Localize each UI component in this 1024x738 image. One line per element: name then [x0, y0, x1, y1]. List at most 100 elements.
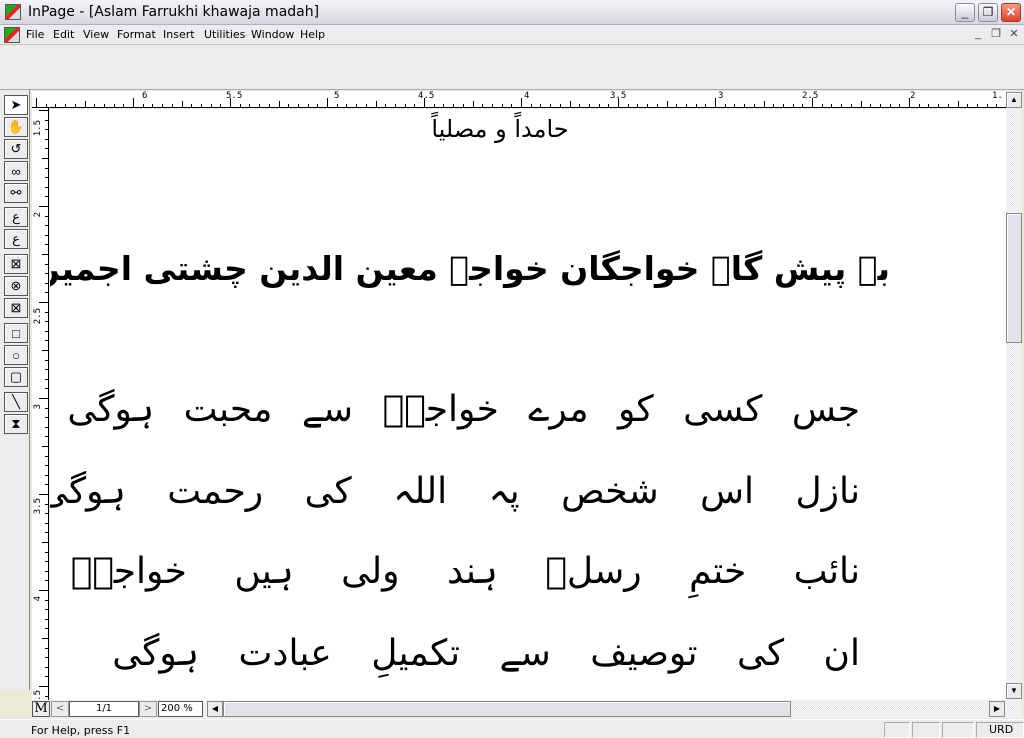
menu-file[interactable]: File — [26, 28, 44, 41]
ruler-tick — [957, 101, 959, 107]
ruler-tick — [45, 282, 48, 284]
ruler-label: 2.5 — [33, 308, 43, 325]
ruler-tick — [336, 104, 338, 107]
oval-picture-tool[interactable]: ⊗ — [4, 276, 28, 296]
next-page-button[interactable]: > — [139, 701, 157, 717]
ruler-tick — [39, 398, 48, 399]
scroll-up-button[interactable]: ▲ — [1006, 92, 1022, 108]
restore-button[interactable]: ❐ — [978, 3, 998, 22]
menu-format[interactable]: Format — [117, 28, 156, 41]
ruler-label: 4 — [524, 91, 530, 101]
scroll-right-button[interactable]: ▶ — [989, 701, 1005, 717]
menu-edit[interactable]: Edit — [53, 28, 74, 41]
ruler-tick — [45, 167, 48, 169]
page-navigation-bar: M < 1/1 > 200 % ◀ ▶ — [32, 700, 1022, 718]
menu-utilities[interactable]: Utilities — [204, 28, 245, 41]
verse-line: ان کی توصیف سے تکمیلِ عبادت ہوگی — [112, 633, 860, 674]
hand-tool[interactable]: ✋ — [4, 117, 28, 137]
picture-box-tool[interactable]: ⊠ — [4, 254, 28, 274]
ruler-tick — [84, 101, 86, 107]
ruler-tick — [42, 638, 48, 639]
oval-tool[interactable]: ○ — [4, 345, 28, 365]
horizontal-scroll-thumb[interactable] — [223, 701, 791, 717]
ruler-tick — [45, 311, 48, 313]
ruler-label: 5 — [334, 91, 340, 101]
ruler-tick — [133, 98, 134, 107]
ruler-tick — [45, 599, 48, 601]
ruler-tick — [676, 104, 678, 107]
ruler-label: 6 — [142, 91, 148, 101]
rounded-picture-tool[interactable]: ⊠ — [4, 298, 28, 318]
line-tool[interactable]: ╲ — [4, 392, 28, 412]
ruler-tick — [45, 657, 48, 659]
status-cell — [884, 722, 910, 738]
minimize-button[interactable]: _ — [955, 3, 975, 22]
unlink-tool[interactable]: ⚯ — [4, 183, 28, 203]
ruler-tick — [763, 101, 765, 107]
ruler-tick — [268, 104, 270, 107]
vertical-ruler[interactable]: 1.5 2 2.5 3 3.5 4 4.5 — [32, 108, 49, 700]
ruler-tick — [521, 98, 522, 107]
ruler-tick — [45, 378, 48, 380]
ruler-tick — [278, 101, 280, 107]
ruler-tick — [249, 104, 251, 107]
ruler-tick — [103, 104, 105, 107]
ruler-tick — [598, 104, 600, 107]
ruler-tick — [210, 104, 212, 107]
menu-insert[interactable]: Insert — [163, 28, 195, 41]
text-tool[interactable]: ع — [4, 207, 28, 227]
ruler-tick — [656, 104, 658, 107]
ruler-tick — [637, 104, 639, 107]
link-tool[interactable]: ∞ — [4, 161, 28, 181]
page-indicator[interactable]: 1/1 — [69, 701, 139, 717]
ruler-tick — [45, 561, 48, 563]
menu-help[interactable]: Help — [300, 28, 325, 41]
scroll-down-button[interactable]: ▼ — [1006, 683, 1022, 699]
close-button[interactable]: ✕ — [1001, 3, 1021, 22]
document-icon[interactable] — [4, 27, 20, 43]
ruler-tick — [744, 104, 746, 107]
rounded-rectangle-tool[interactable]: ▢ — [4, 367, 28, 387]
ruler-tick — [45, 119, 48, 121]
document-page[interactable]: حامداً و مصلیاً بہ پیش گاہ خواجگان خواجہ… — [50, 109, 1006, 700]
ruler-tick — [618, 98, 619, 107]
ruler-tick — [307, 104, 309, 107]
ruler-tick — [45, 436, 48, 438]
ruler-label: 4.5 — [33, 690, 43, 700]
scroll-left-button[interactable]: ◀ — [207, 701, 223, 717]
ruler-tick — [443, 104, 445, 107]
text-frame-tool[interactable]: ع — [4, 229, 28, 249]
ruler-tick — [162, 104, 164, 107]
ruler-tick — [831, 104, 833, 107]
doc-close-button[interactable]: ✕ — [1006, 27, 1022, 42]
document-heading: حامداً و مصلیاً — [431, 115, 569, 143]
master-page-button[interactable]: M — [32, 701, 50, 717]
ruler-tick — [191, 104, 193, 107]
horizontal-ruler[interactable]: 6 5.5 5 4.5 4 3.5 3 2.5 2 1. — [32, 91, 1006, 108]
ruler-tick — [938, 104, 940, 107]
hourglass-tool[interactable]: ⧗ — [4, 414, 28, 434]
vertical-scrollbar[interactable]: ▲ ▼ — [1006, 91, 1022, 700]
ruler-tick — [45, 148, 48, 150]
rectangle-tool[interactable]: □ — [4, 323, 28, 343]
ruler-tick — [986, 104, 988, 107]
ruler-tick — [42, 542, 48, 543]
doc-restore-button[interactable]: ❐ — [988, 27, 1004, 42]
ruler-tick — [45, 388, 48, 390]
verse-line: جس کسی کو مرے خواجہؒ سے محبت ہوگی — [67, 389, 860, 430]
ruler-tick — [482, 104, 484, 107]
ruler-tick — [45, 263, 48, 265]
pointer-tool[interactable]: ➤ — [4, 95, 28, 115]
app-icon — [5, 4, 21, 20]
menu-window[interactable]: Window — [251, 28, 294, 41]
doc-minimize-button[interactable]: _ — [970, 27, 986, 42]
zoom-field[interactable]: 200 % — [158, 701, 203, 717]
unlink-icon: ⚯ — [10, 185, 22, 200]
ruler-tick — [792, 104, 794, 107]
ruler-tick — [288, 104, 290, 107]
ruler-label: 1.5 — [33, 120, 43, 137]
previous-page-button[interactable]: < — [51, 701, 69, 717]
vertical-scroll-thumb[interactable] — [1006, 213, 1022, 343]
menu-view[interactable]: View — [83, 28, 109, 41]
rotate-tool[interactable]: ↺ — [4, 139, 28, 159]
